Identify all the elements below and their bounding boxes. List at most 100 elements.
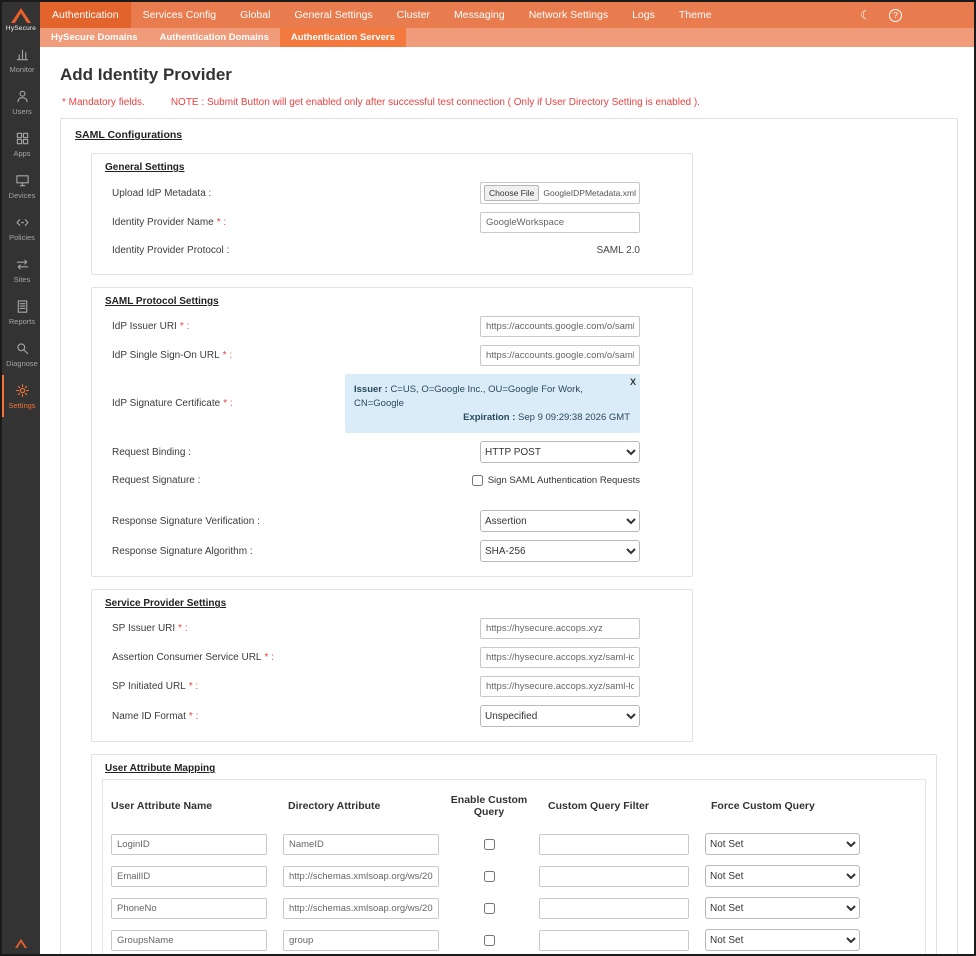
grid-icon [15, 131, 30, 146]
tab-logs[interactable]: Logs [620, 2, 667, 28]
sidebar-item-monitor[interactable]: Monitor [2, 39, 40, 81]
user-attribute-input[interactable] [111, 866, 267, 887]
response-signature-verification-select[interactable]: Assertion [480, 510, 640, 532]
tab-authentication[interactable]: Authentication [40, 2, 131, 28]
transfer-arrows-icon [15, 257, 30, 272]
mandatory-fields-text: * Mandatory fields. [62, 97, 145, 108]
sign-saml-requests-label: Sign SAML Authentication Requests [488, 475, 640, 486]
mapping-row-loginid: Not Set [103, 828, 925, 860]
custom-query-filter-input[interactable] [539, 834, 689, 855]
enable-custom-query-checkbox[interactable] [484, 935, 495, 946]
sidebar-item-policies[interactable]: Policies [2, 207, 40, 249]
saml-protocol-settings-heading: SAML Protocol Settings [105, 296, 692, 307]
column-user-attribute-name: User Attribute Name [111, 800, 283, 812]
brand-logo[interactable]: HySecure [2, 2, 40, 39]
custom-query-filter-input[interactable] [539, 898, 689, 919]
tab-general-settings[interactable]: General Settings [282, 2, 384, 28]
tab-cluster[interactable]: Cluster [385, 2, 442, 28]
assertion-consumer-service-url-input[interactable] [480, 647, 640, 668]
enable-custom-query-checkbox[interactable] [484, 839, 495, 850]
column-enable-custom-query: Enable Custom Query [439, 794, 539, 818]
tab-authentication-domains[interactable]: Authentication Domains [149, 28, 280, 47]
service-provider-settings-panel: Service Provider Settings SP Issuer URI*… [91, 589, 693, 742]
request-binding-select[interactable]: HTTP POST [480, 441, 640, 463]
idp-signature-certificate-label: IdP Signature Certificate* : [112, 398, 233, 409]
idp-sso-url-label: IdP Single Sign-On URL* : [112, 350, 232, 361]
idp-metadata-file-input[interactable]: Choose File GoogleIDPMetadata.xml [480, 182, 640, 204]
sidebar-item-diagnose[interactable]: Diagnose [2, 333, 40, 375]
identity-provider-name-input[interactable] [480, 212, 640, 233]
name-id-format-select[interactable]: Unspecified [480, 705, 640, 727]
sign-saml-requests-checkbox[interactable] [472, 475, 483, 486]
certificate-issuer-line: Issuer : C=US, O=Google Inc., OU=Google … [354, 383, 630, 411]
directory-attribute-input[interactable] [283, 866, 439, 887]
tab-global[interactable]: Global [228, 2, 282, 28]
request-binding-label: Request Binding : [112, 447, 191, 458]
custom-query-filter-input[interactable] [539, 930, 689, 951]
tab-network-settings[interactable]: Network Settings [517, 2, 620, 28]
custom-query-filter-input[interactable] [539, 866, 689, 887]
sp-issuer-uri-input[interactable] [480, 618, 640, 639]
report-document-icon [15, 299, 30, 314]
page-content: Add Identity Provider * Mandatory fields… [40, 47, 974, 954]
tab-authentication-servers[interactable]: Authentication Servers [280, 28, 406, 47]
tab-theme[interactable]: Theme [667, 2, 724, 28]
brand-logo-icon [11, 8, 31, 23]
request-binding-row: Request Binding : HTTP POST [92, 437, 692, 467]
response-signature-algorithm-select[interactable]: SHA-256 [480, 540, 640, 562]
enable-custom-query-checkbox[interactable] [484, 871, 495, 882]
sidebar-item-reports[interactable]: Reports [2, 291, 40, 333]
help-icon[interactable]: ? [889, 9, 902, 22]
idp-issuer-uri-input[interactable] [480, 316, 640, 337]
sidebar-item-label: Apps [13, 149, 30, 158]
request-signature-row: Request Signature : Sign SAML Authentica… [92, 467, 692, 494]
sidebar-item-users[interactable]: Users [2, 81, 40, 123]
response-signature-verification-row: Response Signature Verification : Assert… [92, 506, 692, 536]
identity-provider-protocol-row: Identity Provider Protocol : SAML 2.0 [92, 237, 692, 264]
tab-services-config[interactable]: Services Config [131, 2, 229, 28]
column-directory-attribute: Directory Attribute [283, 800, 439, 812]
sidebar-item-sites[interactable]: Sites [2, 249, 40, 291]
user-attribute-input[interactable] [111, 834, 267, 855]
directory-attribute-input[interactable] [283, 898, 439, 919]
tab-messaging[interactable]: Messaging [442, 2, 517, 28]
sidebar-item-settings[interactable]: Settings [2, 375, 40, 417]
force-custom-query-select[interactable]: Not Set [705, 897, 860, 919]
mapping-row-phoneno: Not Set [103, 892, 925, 924]
dark-mode-icon[interactable]: ☾ [860, 9, 871, 21]
response-signature-verification-label: Response Signature Verification : [112, 516, 260, 527]
idp-issuer-uri-row: IdP Issuer URI* : [92, 312, 692, 341]
mapping-row-emailid: Not Set [103, 860, 925, 892]
service-provider-settings-heading: Service Provider Settings [105, 598, 692, 609]
sidebar-item-label: Users [12, 107, 32, 116]
response-signature-algorithm-label: Response Signature Algorithm : [112, 546, 253, 557]
choose-file-button[interactable]: Choose File [484, 185, 539, 201]
certificate-remove-icon[interactable]: X [630, 376, 636, 389]
sp-issuer-uri-label: SP Issuer URI* : [112, 623, 188, 634]
bar-chart-icon [15, 47, 30, 62]
user-attribute-input[interactable] [111, 898, 267, 919]
user-attribute-input[interactable] [111, 930, 267, 951]
sidebar-item-label: Diagnose [6, 359, 38, 368]
force-custom-query-select[interactable]: Not Set [705, 833, 860, 855]
idp-issuer-uri-label: IdP Issuer URI* : [112, 321, 189, 332]
directory-attribute-input[interactable] [283, 834, 439, 855]
tab-hysecure-domains[interactable]: HySecure Domains [40, 28, 149, 47]
sidebar-item-apps[interactable]: Apps [2, 123, 40, 165]
enable-custom-query-checkbox[interactable] [484, 903, 495, 914]
section-saml-configurations: SAML Configurations [75, 129, 943, 141]
idp-sso-url-input[interactable] [480, 345, 640, 366]
sub-navigation: HySecure Domains Authentication Domains … [40, 28, 974, 47]
assertion-consumer-service-url-label: Assertion Consumer Service URL* : [112, 652, 274, 663]
sidebar-item-devices[interactable]: Devices [2, 165, 40, 207]
brand-mark-icon [15, 939, 27, 948]
user-icon [15, 89, 30, 104]
sidebar-item-label: Policies [9, 233, 35, 242]
column-force-custom-query: Force Custom Query [705, 800, 865, 812]
sidebar-item-label: Monitor [9, 65, 34, 74]
sp-initiated-url-input[interactable] [480, 676, 640, 697]
force-custom-query-select[interactable]: Not Set [705, 929, 860, 951]
sp-initiated-url-row: SP Initiated URL* : [92, 672, 692, 701]
directory-attribute-input[interactable] [283, 930, 439, 951]
force-custom-query-select[interactable]: Not Set [705, 865, 860, 887]
